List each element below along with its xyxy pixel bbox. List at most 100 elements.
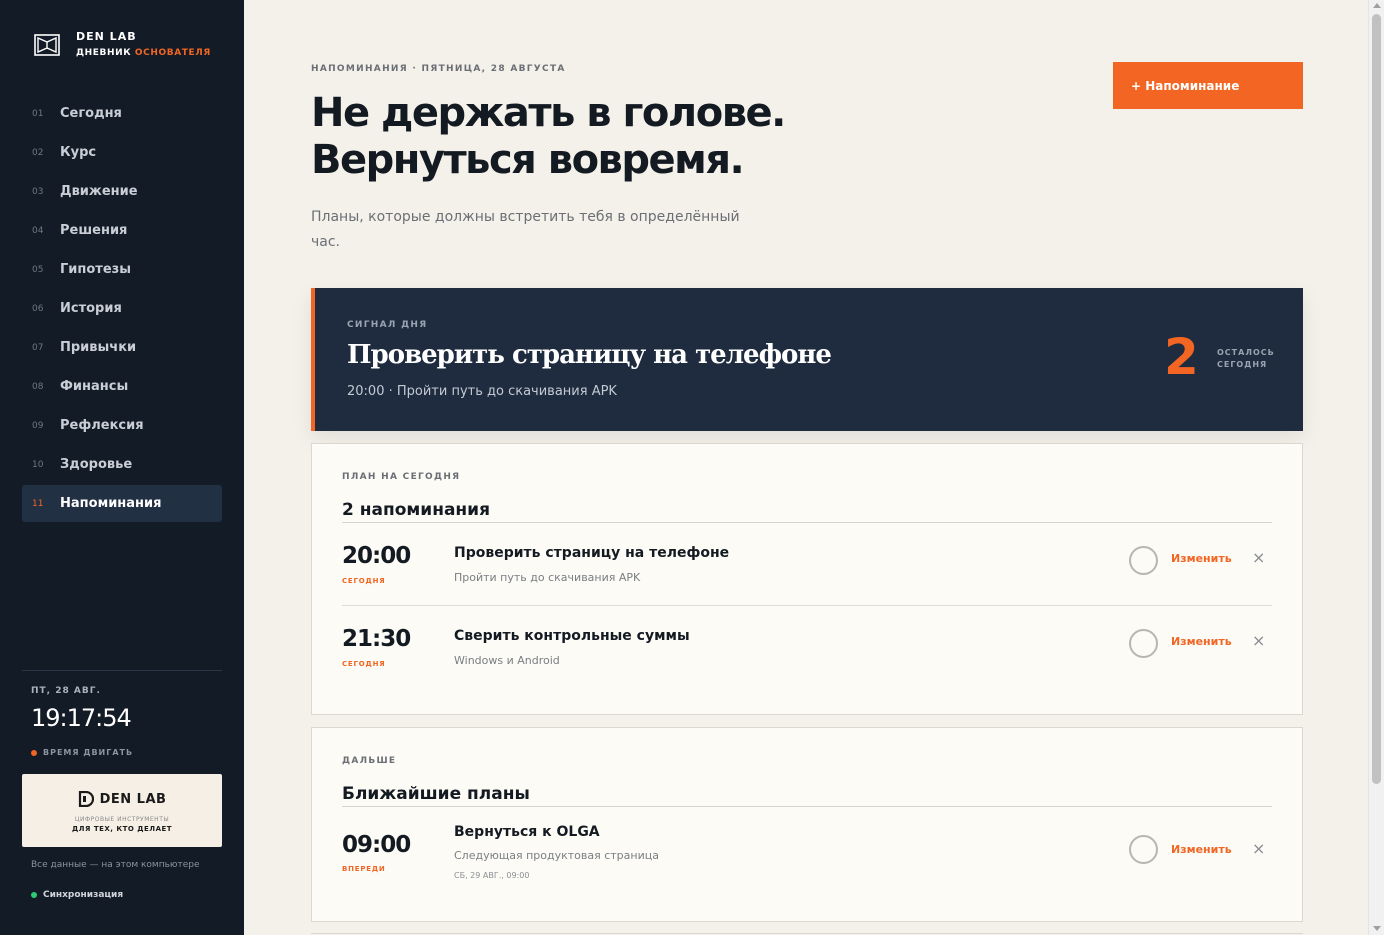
nav-number: 06 [32,303,44,314]
reminder-row: 21:30 СЕГОДНЯ Сверить контрольные суммы … [342,606,1272,689]
nav-number: 01 [32,108,44,119]
page-title: Не держать в голове. Вернуться вовремя. [311,90,786,184]
reminder-row: 20:00 СЕГОДНЯ Проверить страницу на теле… [342,523,1272,606]
sidebar: DEN LAB ДНЕВНИК ОСНОВАТЕЛЯ 01 Сегодня 02 К… [0,0,244,935]
nav-label: Рефлексия [60,418,144,433]
nav-label: Привычки [60,340,137,355]
reminder-description: Следующая продуктовая страница [454,849,659,862]
nav-label: Финансы [60,379,129,394]
sidebar-item-reflection[interactable]: 09 Рефлексия [22,406,222,445]
reminder-datetime: СБ, 29 АВГ., 09:00 [454,871,530,880]
sidebar-item-hypotheses[interactable]: 05 Гипотезы [22,250,222,289]
complete-checkbox[interactable] [1129,629,1158,658]
nav-number: 04 [32,225,44,236]
nav-number: 05 [32,264,44,275]
signal-title: Проверить страницу на телефоне [347,340,832,370]
promo-tagline-bold: ДЛЯ ТЕХ, КТО ДЕЛАЕТ [71,825,173,833]
reminder-tag: ВПЕРЕДИ [342,865,386,873]
nav-number: 11 [32,498,44,509]
reminder-time: 20:00 [342,543,411,569]
reminder-time: 21:30 [342,626,411,652]
scroll-thumb[interactable] [1372,14,1381,784]
today-plan-card: ПЛАН НА СЕГОДНЯ 2 напоминания 20:00 СЕГО… [311,443,1303,715]
reminder-title: Вернуться к OLGA [454,824,600,840]
brand-subtitle: ДНЕВНИК ОСНОВАТЕЛЯ [76,48,211,58]
den-lab-logo-icon [34,34,60,56]
reminder-title: Сверить контрольные суммы [454,628,690,644]
sidebar-item-movement[interactable]: 03 Движение [22,172,222,211]
edit-link[interactable]: Изменить [1171,552,1232,565]
nav-number: 08 [32,381,44,392]
add-reminder-button[interactable]: + Напоминание [1113,62,1303,109]
clock-status: ВРЕМЯ ДВИГАТЬ [31,748,133,757]
reminder-description: Пройти путь до скачивания APK [454,571,641,584]
upcoming-eyebrow: ДАЛЬШЕ [342,756,397,766]
reminder-time: 09:00 [342,832,411,858]
upcoming-plans-card: ДАЛЬШЕ Ближайшие планы 09:00 ВПЕРЕДИ Вер… [311,727,1303,922]
brand-subtitle-prefix: ДНЕВНИК [76,48,132,58]
nav-number: 09 [32,420,44,431]
promo-tagline: ЦИФРОВЫЕ ИНСТРУМЕНТЫ [74,816,170,823]
brand-text: DEN LAB ДНЕВНИК ОСНОВАТЕЛЯ [76,30,211,60]
sidebar-item-habits[interactable]: 07 Привычки [22,328,222,367]
brand[interactable]: DEN LAB ДНЕВНИК ОСНОВАТЕЛЯ [34,30,211,60]
clock-status-label: ВРЕМЯ ДВИГАТЬ [43,748,134,757]
signal-eyebrow: СИГНАЛ ДНЯ [347,320,428,330]
close-icon[interactable]: × [1252,631,1265,650]
upcoming-title: Ближайшие планы [342,784,530,804]
page-title-line-2: Вернуться вовремя. [311,137,745,183]
nav-label: Напоминания [60,496,162,511]
edit-link[interactable]: Изменить [1171,635,1232,648]
scroll-up-icon[interactable] [1373,3,1381,8]
nav-number: 03 [32,186,44,197]
den-lab-mark-icon [78,791,94,807]
complete-checkbox[interactable] [1129,835,1158,864]
sidebar-item-today[interactable]: 01 Сегодня [22,94,222,133]
sidebar-item-reminders[interactable]: 11 Напоминания [22,485,222,522]
signal-of-day-card: СИГНАЛ ДНЯ Проверить страницу на телефон… [311,288,1303,431]
scroll-down-icon[interactable] [1373,926,1381,931]
nav-label: Сегодня [60,106,122,121]
clock-date: ПТ, 28 АВГ. [31,686,101,696]
today-title: 2 напоминания [342,500,490,520]
brand-name: DEN LAB [76,30,137,43]
remaining-label-line-2: СЕГОДНЯ [1217,360,1268,369]
sidebar-item-decisions[interactable]: 04 Решения [22,211,222,250]
nav-label: Здоровье [60,457,133,472]
reminder-title: Проверить страницу на телефоне [454,545,730,561]
promo-card[interactable]: DEN LAB ЦИФРОВЫЕ ИНСТРУМЕНТЫ ДЛЯ ТЕХ, КТ… [22,774,222,847]
sidebar-nav: 01 Сегодня 02 Курс 03 Движение 04 Решения 05… [22,94,222,522]
sidebar-item-health[interactable]: 10 Здоровье [22,445,222,484]
sync-button[interactable]: Синхронизация [31,890,123,900]
close-icon[interactable]: × [1252,839,1265,858]
sidebar-item-finance[interactable]: 08 Финансы [22,367,222,406]
status-dot-icon [31,749,37,756]
reminder-tag: СЕГОДНЯ [342,660,386,668]
page-eyebrow: НАПОМИНАНИЯ · ПЯТНИЦА, 28 АВГУСТА [311,64,566,74]
sync-status-icon [31,892,37,898]
nav-label: История [60,301,122,316]
vertical-scrollbar[interactable] [1368,0,1384,935]
complete-checkbox[interactable] [1129,546,1158,575]
data-storage-note: Все данные — на этом компьютере [31,860,200,870]
reminder-row: 09:00 ВПЕРЕДИ Вернуться к OLGA Следующая… [342,807,1272,907]
nav-number: 02 [32,147,44,158]
remaining-count: 2 [1164,328,1199,386]
remaining-label-line-1: ОСТАЛОСЬ [1217,348,1275,357]
edit-link[interactable]: Изменить [1171,843,1232,856]
promo-logo-text: DEN LAB [99,791,167,807]
clock-time: 19:17:54 [31,704,132,732]
nav-label: Курс [60,145,97,160]
remaining-count-label: ОСТАЛОСЬ СЕГОДНЯ [1217,347,1287,371]
page-lead: Планы, которые должны встретить тебя в о… [311,209,740,250]
close-icon[interactable]: × [1252,548,1265,567]
sidebar-item-course[interactable]: 02 Курс [22,133,222,172]
sidebar-divider [22,670,222,671]
nav-number: 10 [32,459,44,470]
promo-logo: DEN LAB [22,791,222,807]
reminder-tag: СЕГОДНЯ [342,577,386,585]
page-title-line-1: Не держать в голове. [311,90,786,136]
next-card-edge [311,933,1303,934]
nav-label: Гипотезы [60,262,131,277]
sidebar-item-history[interactable]: 06 История [22,289,222,328]
